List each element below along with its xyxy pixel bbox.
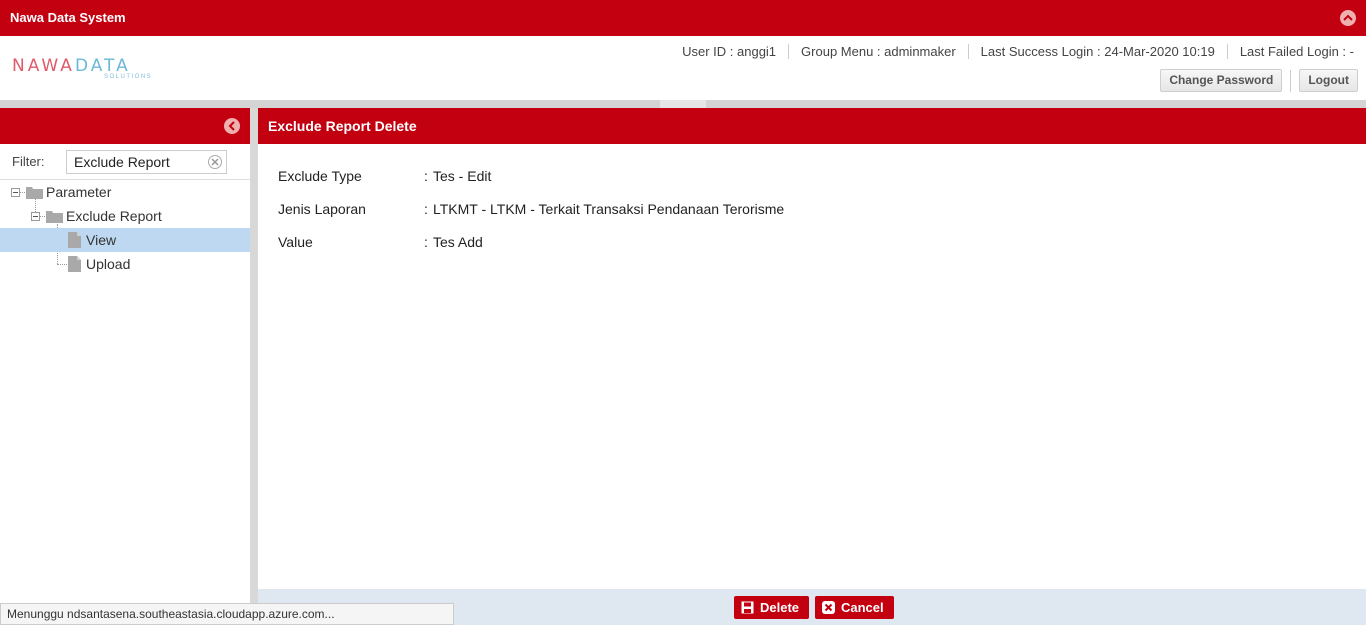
browser-status-bar: Menunggu ndsantasena.southeastasia.cloud… <box>0 603 454 625</box>
tree-item-label: Parameter <box>46 184 112 200</box>
collapse-header-button[interactable] <box>1340 10 1356 26</box>
clear-icon[interactable] <box>208 155 222 169</box>
cancel-button[interactable]: Cancel <box>815 596 894 619</box>
group-menu-text: Group Menu : adminmaker <box>789 44 969 59</box>
splitter-collapse-tab[interactable] <box>660 100 706 108</box>
app-title: Nawa Data System <box>10 10 126 25</box>
tree-item-label: View <box>86 232 117 248</box>
tree-item-parameter[interactable]: Parameter <box>0 180 250 204</box>
delete-button[interactable]: Delete <box>734 596 810 619</box>
filter-label: Filter: <box>12 154 45 169</box>
panel-title: Exclude Report Delete <box>258 108 1366 144</box>
collapse-sidebar-button[interactable] <box>224 118 240 134</box>
change-password-button[interactable]: Change Password <box>1160 69 1283 92</box>
close-icon <box>822 601 835 614</box>
divider <box>1290 70 1292 92</box>
last-success-login-text: Last Success Login : 24-Mar-2020 10:19 <box>969 44 1228 59</box>
chevron-left-icon <box>228 121 235 131</box>
last-failed-login-text: Last Failed Login : - <box>1239 44 1354 59</box>
tree-item-exclude-report[interactable]: Exclude Report <box>0 204 250 228</box>
vertical-splitter[interactable] <box>250 108 258 603</box>
folder-icon <box>26 187 43 199</box>
logout-button[interactable]: Logout <box>1299 69 1358 92</box>
field-label: Exclude Type <box>278 168 362 184</box>
document-icon <box>68 232 81 248</box>
folder-icon <box>46 211 63 223</box>
document-icon <box>68 256 81 272</box>
chevron-up-icon <box>1343 14 1353 21</box>
user-id-text: User ID : anggi1 <box>670 44 790 59</box>
sidebar: Filter: Parameter Exclude Report View <box>0 108 250 603</box>
sidebar-header <box>0 108 250 144</box>
menu-tree: Parameter Exclude Report View Upload <box>0 180 250 300</box>
nawadata-logo: NAWADATA SOLUTIONS <box>12 56 153 80</box>
field-value: Tes - Edit <box>433 168 492 184</box>
main-panel: Exclude Report Delete Exclude Type : Tes… <box>258 108 1366 589</box>
tree-item-label: Exclude Report <box>66 208 162 224</box>
field-value: LTKMT - LTKM - Terkait Transaksi Pendana… <box>433 201 785 217</box>
tree-item-upload[interactable]: Upload <box>0 252 250 276</box>
filter-input[interactable] <box>66 150 227 174</box>
user-info: User ID : anggi1 Group Menu : adminmaker… <box>670 44 1354 59</box>
tree-item-label: Upload <box>86 256 131 272</box>
save-icon <box>741 601 754 614</box>
field-label: Value <box>278 234 313 250</box>
app-titlebar: Nawa Data System <box>0 0 1366 36</box>
tree-item-view[interactable]: View <box>0 228 250 252</box>
header: NAWADATA SOLUTIONS User ID : anggi1 Grou… <box>0 36 1366 100</box>
horizontal-splitter[interactable] <box>0 100 1366 108</box>
filter-bar: Filter: <box>0 144 250 180</box>
field-label: Jenis Laporan <box>278 201 366 217</box>
field-value: Tes Add <box>433 234 483 250</box>
